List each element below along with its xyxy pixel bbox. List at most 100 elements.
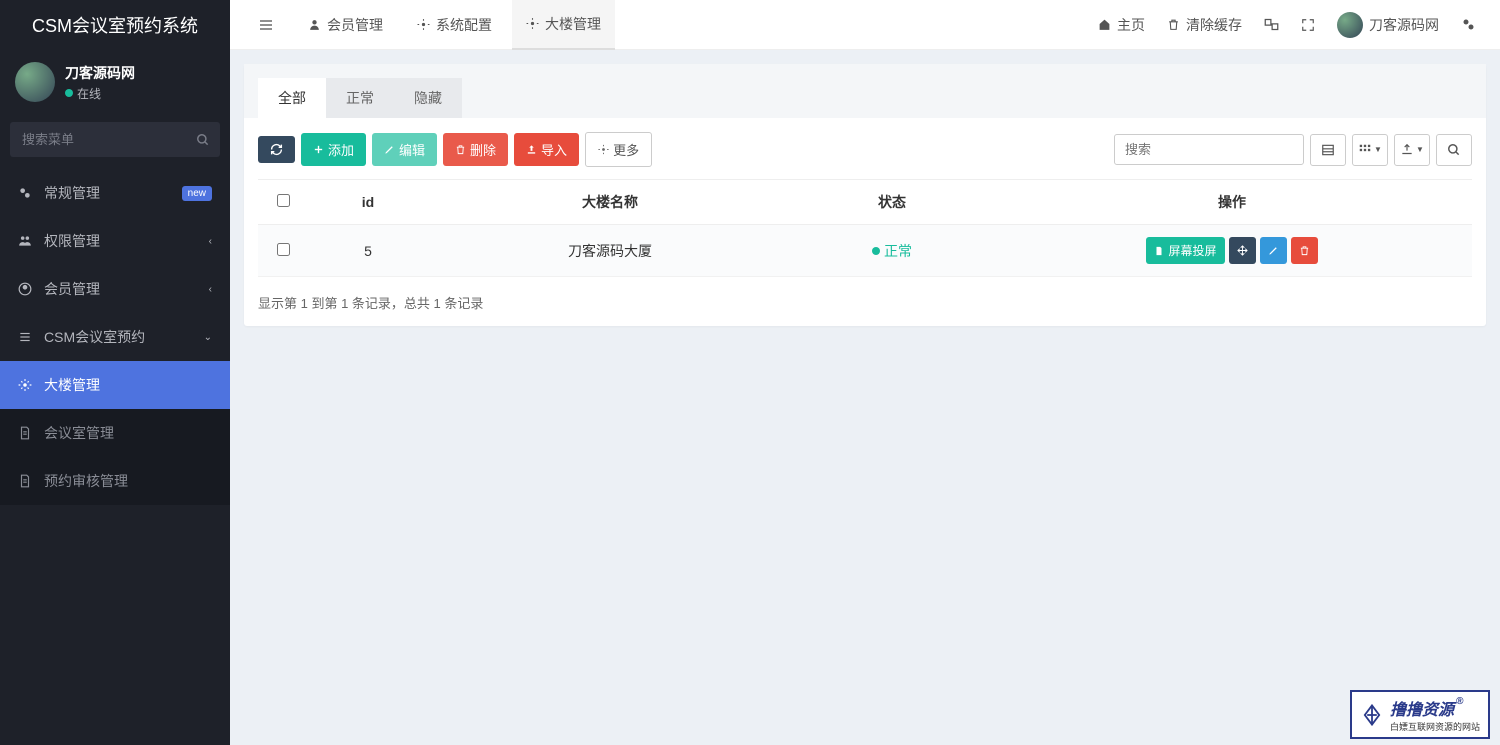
select-all-checkbox[interactable] [277, 194, 290, 207]
registered-icon: ® [1456, 696, 1463, 707]
translate-icon [1264, 17, 1279, 32]
search-icon[interactable] [196, 133, 210, 147]
user-circle-icon [18, 282, 34, 296]
row-delete-button[interactable] [1291, 237, 1318, 264]
edit-label: 编辑 [399, 140, 425, 159]
import-label: 导入 [541, 140, 567, 159]
submenu-label: 大楼管理 [44, 375, 100, 395]
settings-button[interactable] [1451, 0, 1486, 50]
th-id[interactable]: id [308, 180, 428, 225]
user-panel: 刀客源码网 在线 [0, 50, 230, 114]
more-button[interactable]: 更多 [585, 132, 652, 167]
more-label: 更多 [613, 140, 639, 159]
status-dot-icon [65, 89, 73, 97]
export-icon [1400, 143, 1414, 157]
th-action: 操作 [992, 180, 1472, 225]
expand-icon [1301, 18, 1315, 32]
row-edit-button[interactable] [1260, 237, 1287, 264]
sidebar: CSM会议室预约系统 刀客源码网 在线 常规管理 new [0, 0, 230, 745]
edit-button[interactable]: 编辑 [372, 133, 437, 166]
avatar[interactable] [15, 62, 55, 102]
content: 全部 正常 隐藏 添加 编辑 [230, 50, 1500, 340]
toolbar-right: ▼ ▼ [1114, 134, 1472, 166]
move-button[interactable] [1229, 237, 1256, 264]
footer-main: 撸撸资源 [1390, 696, 1454, 720]
user-status-text: 在线 [77, 85, 101, 102]
submenu-room[interactable]: 会议室管理 [0, 409, 230, 457]
tab-all[interactable]: 全部 [258, 78, 326, 118]
topbar-tab-member[interactable]: 会员管理 [294, 0, 397, 50]
status-badge[interactable]: 正常 [872, 241, 912, 261]
add-label: 添加 [328, 140, 354, 159]
gears-icon [18, 186, 34, 200]
tab-hidden[interactable]: 隐藏 [394, 78, 462, 118]
clear-cache-button[interactable]: 清除缓存 [1157, 0, 1252, 50]
topbar: 会员管理 系统配置 大楼管理 主页 清除缓存 [230, 0, 1500, 50]
row-checkbox[interactable] [277, 243, 290, 256]
footer-logo[interactable]: 撸撸资源® 白嫖互联网资源的网站 [1350, 690, 1490, 739]
topbar-tab-label: 系统配置 [436, 15, 492, 35]
caret-down-icon: ▼ [1374, 145, 1382, 154]
sidebar-search [10, 122, 220, 157]
menu-label: 权限管理 [44, 231, 100, 251]
gear-icon [598, 144, 609, 155]
screencast-button[interactable]: 屏幕投屏 [1146, 237, 1224, 264]
chevron-down-icon: ⌄ [204, 332, 212, 343]
tab-normal[interactable]: 正常 [326, 78, 394, 118]
file-icon [18, 426, 34, 440]
menu-permission[interactable]: 权限管理 ‹ [0, 217, 230, 265]
refresh-button[interactable] [258, 136, 295, 163]
topbar-username: 刀客源码网 [1369, 15, 1439, 35]
grid-icon [1358, 143, 1372, 157]
export-button[interactable]: ▼ [1394, 134, 1430, 166]
hamburger-button[interactable] [244, 0, 288, 50]
status-text: 正常 [884, 241, 912, 261]
search-icon [1447, 143, 1461, 157]
gears-icon [1461, 17, 1476, 32]
submenu-approval[interactable]: 预约审核管理 [0, 457, 230, 505]
table-info: 显示第 1 到第 1 条记录，总共 1 条记录 [258, 293, 1472, 312]
clear-cache-label: 清除缓存 [1186, 15, 1242, 35]
panel: 全部 正常 隐藏 添加 编辑 [244, 64, 1486, 326]
add-button[interactable]: 添加 [301, 133, 366, 166]
topbar-user[interactable]: 刀客源码网 [1327, 0, 1449, 50]
submenu-building[interactable]: 大楼管理 [0, 361, 230, 409]
th-status[interactable]: 状态 [792, 180, 992, 225]
list-icon [1321, 143, 1335, 157]
file-icon [1154, 246, 1164, 256]
footer-logo-icon [1360, 703, 1384, 727]
menu-label: 常规管理 [44, 183, 100, 203]
fullscreen-button[interactable] [1291, 0, 1325, 50]
table-search-input[interactable] [1114, 134, 1304, 165]
pencil-icon [384, 144, 395, 155]
delete-button[interactable]: 删除 [443, 133, 508, 166]
gear-icon [18, 378, 34, 392]
menu-label: CSM会议室预约 [44, 327, 145, 347]
home-button[interactable]: 主页 [1088, 0, 1155, 50]
cell-name: 刀客源码大厦 [428, 225, 792, 277]
import-button[interactable]: 导入 [514, 133, 579, 166]
columns-button[interactable]: ▼ [1352, 134, 1388, 166]
toolbar: 添加 编辑 删除 导入 [258, 132, 1472, 167]
status-dot-icon [872, 247, 880, 255]
footer-sub: 白嫖互联网资源的网站 [1390, 720, 1480, 733]
menu-member[interactable]: 会员管理 ‹ [0, 265, 230, 313]
badge-new: new [182, 186, 212, 201]
menu-general[interactable]: 常规管理 new [0, 169, 230, 217]
menu-csm-booking[interactable]: CSM会议室预约 ⌄ [0, 313, 230, 361]
user-name: 刀客源码网 [65, 63, 135, 83]
topbar-tab-building[interactable]: 大楼管理 [512, 0, 615, 50]
data-table: id 大楼名称 状态 操作 5 刀客源码大厦 [258, 179, 1472, 277]
sidebar-search-input[interactable] [10, 122, 220, 157]
translate-button[interactable] [1254, 0, 1289, 50]
upload-icon [526, 144, 537, 155]
gear-icon [526, 17, 539, 30]
trash-icon [455, 144, 466, 155]
search-button[interactable] [1436, 134, 1472, 166]
th-name[interactable]: 大楼名称 [428, 180, 792, 225]
topbar-tab-system[interactable]: 系统配置 [403, 0, 506, 50]
view-list-button[interactable] [1310, 134, 1346, 166]
app-logo[interactable]: CSM会议室预约系统 [0, 0, 230, 50]
file-icon [18, 474, 34, 488]
cell-id: 5 [308, 225, 428, 277]
